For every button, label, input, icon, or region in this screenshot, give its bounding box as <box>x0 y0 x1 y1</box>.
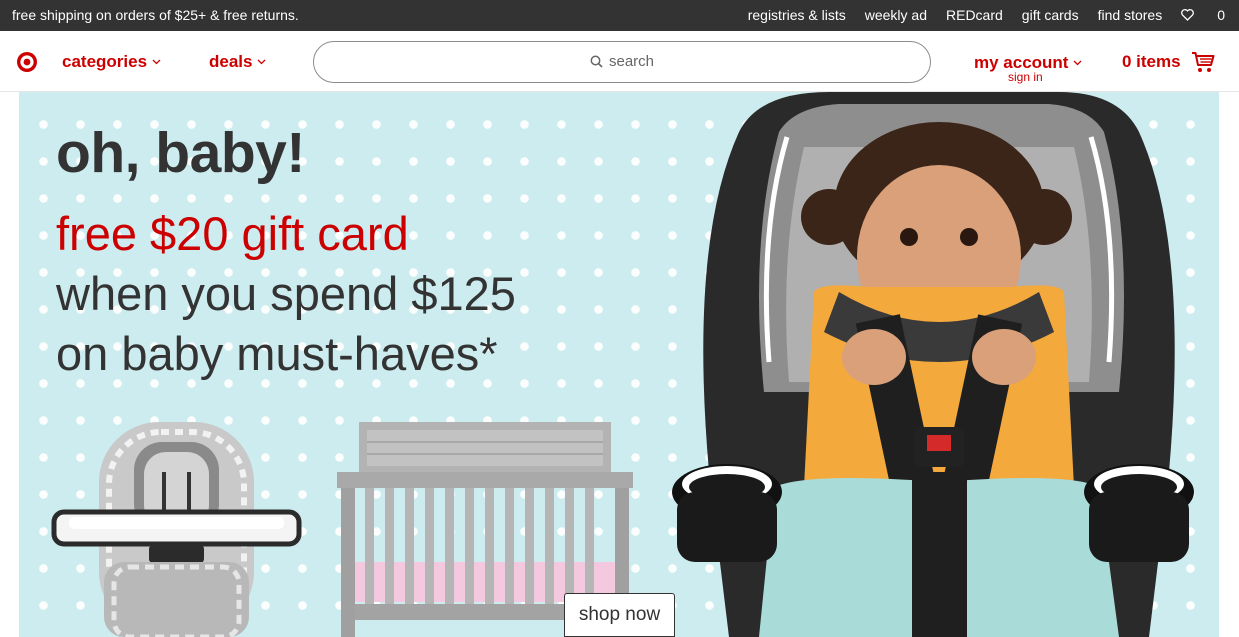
shop-now-button[interactable]: shop now <box>564 593 675 637</box>
high-chair-image <box>51 422 302 637</box>
target-logo-icon[interactable] <box>16 51 38 73</box>
utility-bar: free shipping on orders of $25+ & free r… <box>0 0 1239 31</box>
search-placeholder: search <box>608 53 655 70</box>
find-stores-link[interactable]: find stores <box>1098 7 1163 23</box>
hero-condition: when you spend $125 <box>56 267 516 320</box>
deals-label: deals <box>209 52 253 71</box>
site-header: categories deals search my account sign … <box>0 31 1239 92</box>
deals-menu[interactable]: deals <box>209 52 266 72</box>
favorites-link[interactable]: 0 <box>1181 7 1225 23</box>
cart-button[interactable]: 0 items <box>1122 50 1215 74</box>
chevron-down-icon <box>258 59 266 65</box>
search-icon <box>590 55 603 68</box>
hero-banner[interactable]: oh, baby! free $20 gift card when you sp… <box>19 92 1219 637</box>
cart-count: 0 items <box>1122 52 1181 71</box>
hero-offer: free $20 gift card <box>56 207 409 260</box>
categories-menu[interactable]: categories <box>62 52 161 72</box>
chevron-down-icon <box>152 59 161 65</box>
search-placeholder-group: search <box>314 53 930 70</box>
chevron-down-icon <box>1074 60 1082 66</box>
favorites-count: 0 <box>1217 7 1225 23</box>
cart-icon <box>1191 52 1215 72</box>
car-seat-child-image <box>672 92 1194 637</box>
my-account-menu[interactable]: my account sign in <box>974 53 1082 84</box>
redcard-link[interactable]: REDcard <box>946 7 1003 23</box>
categories-label: categories <box>62 52 148 71</box>
registries-link[interactable]: registries & lists <box>748 7 846 23</box>
utility-links: registries & lists weekly ad REDcard gif… <box>729 7 1225 23</box>
heart-icon <box>1181 9 1195 21</box>
weekly-ad-link[interactable]: weekly ad <box>865 7 927 23</box>
shipping-promo[interactable]: free shipping on orders of $25+ & free r… <box>12 7 299 23</box>
search-input[interactable]: search <box>313 41 931 83</box>
gift-cards-link[interactable]: gift cards <box>1022 7 1079 23</box>
sign-in-link[interactable]: sign in <box>1008 70 1043 84</box>
hero-condition-detail: on baby must-haves* <box>56 327 498 380</box>
hero-title: oh, baby! <box>56 121 305 185</box>
